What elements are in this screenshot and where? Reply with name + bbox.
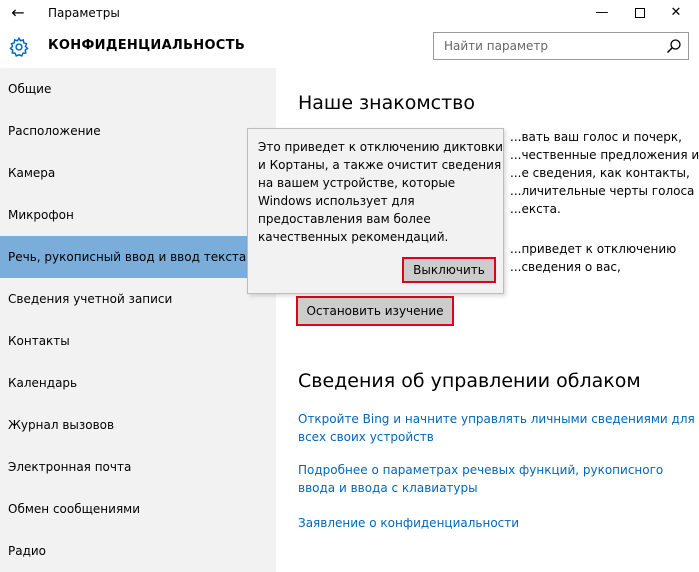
sidebar-item-email[interactable]: Электронная почта (0, 446, 276, 488)
link-line[interactable]: Подробнее о параметрах речевых функций, … (298, 461, 663, 479)
search-box[interactable] (433, 32, 689, 60)
speech-settings-link[interactable]: Подробнее о параметрах речевых функций, … (298, 461, 663, 497)
sidebar-item-account-info[interactable]: Сведения учетной записи (0, 278, 276, 320)
flyout-line: качественных рекомендаций. (258, 230, 449, 244)
sidebar-item-camera[interactable]: Камера (0, 152, 276, 194)
stop-learning-button[interactable]: Остановить изучение (296, 296, 454, 326)
flyout-message: Это приведет к отключению диктовки и Кор… (258, 138, 503, 246)
flyout-line: на вашем устройстве, которые (258, 176, 456, 190)
window-title: Параметры (48, 6, 120, 20)
minimize-icon: — (595, 5, 609, 20)
sidebar-item-general[interactable]: Общие (0, 68, 276, 110)
sidebar-item-radios[interactable]: Радио (0, 530, 276, 572)
flyout-line: Windows использует для (258, 194, 415, 208)
maximize-icon (635, 8, 645, 18)
close-button[interactable]: ✕ (664, 3, 688, 23)
close-icon: ✕ (670, 5, 682, 20)
title-bar: ← Параметры — ✕ (0, 0, 699, 28)
bing-manage-link[interactable]: Откройте Bing и начните управлять личным… (298, 410, 695, 446)
gear-icon (9, 36, 29, 57)
page-title: КОНФИДЕНЦИАЛЬНОСТЬ (48, 38, 246, 53)
back-arrow-icon: ← (11, 3, 25, 22)
sidebar-item-speech-inking-typing[interactable]: Речь, рукописный ввод и ввод текста (0, 236, 276, 278)
cloud-heading: Сведения об управлении облаком (298, 370, 641, 392)
flyout-line: и Кортаны, а также очистит сведения (258, 158, 502, 172)
search-icon[interactable] (666, 38, 682, 54)
sidebar-item-call-history[interactable]: Журнал вызовов (0, 404, 276, 446)
sidebar-item-messaging[interactable]: Обмен сообщениями (0, 488, 276, 530)
flyout-line: Это приведет к отключению диктовки (258, 140, 503, 154)
back-button[interactable]: ← (7, 3, 29, 23)
sidebar: Общие Расположение Камера Микрофон Речь,… (0, 68, 276, 572)
sidebar-item-microphone[interactable]: Микрофон (0, 194, 276, 236)
minimize-button[interactable]: — (590, 3, 614, 23)
search-input[interactable] (434, 33, 660, 59)
sidebar-item-calendar[interactable]: Календарь (0, 362, 276, 404)
confirm-flyout: Это приведет к отключению диктовки и Кор… (247, 128, 504, 294)
flyout-line: предоставления вам более (258, 212, 431, 226)
link-line[interactable]: Откройте Bing и начните управлять личным… (298, 410, 695, 428)
section-heading: Наше знакомство (298, 92, 475, 114)
link-line[interactable]: ввода и ввода с клавиатуры (298, 479, 663, 497)
turn-off-button[interactable]: Выключить (402, 257, 496, 283)
privacy-statement-link[interactable]: Заявление о конфиденциальности (298, 514, 519, 532)
maximize-button[interactable] (628, 3, 652, 23)
link-line[interactable]: всех своих устройств (298, 428, 695, 446)
sidebar-item-location[interactable]: Расположение (0, 110, 276, 152)
page-header: КОНФИДЕНЦИАЛЬНОСТЬ (0, 28, 699, 68)
sidebar-item-contacts[interactable]: Контакты (0, 320, 276, 362)
